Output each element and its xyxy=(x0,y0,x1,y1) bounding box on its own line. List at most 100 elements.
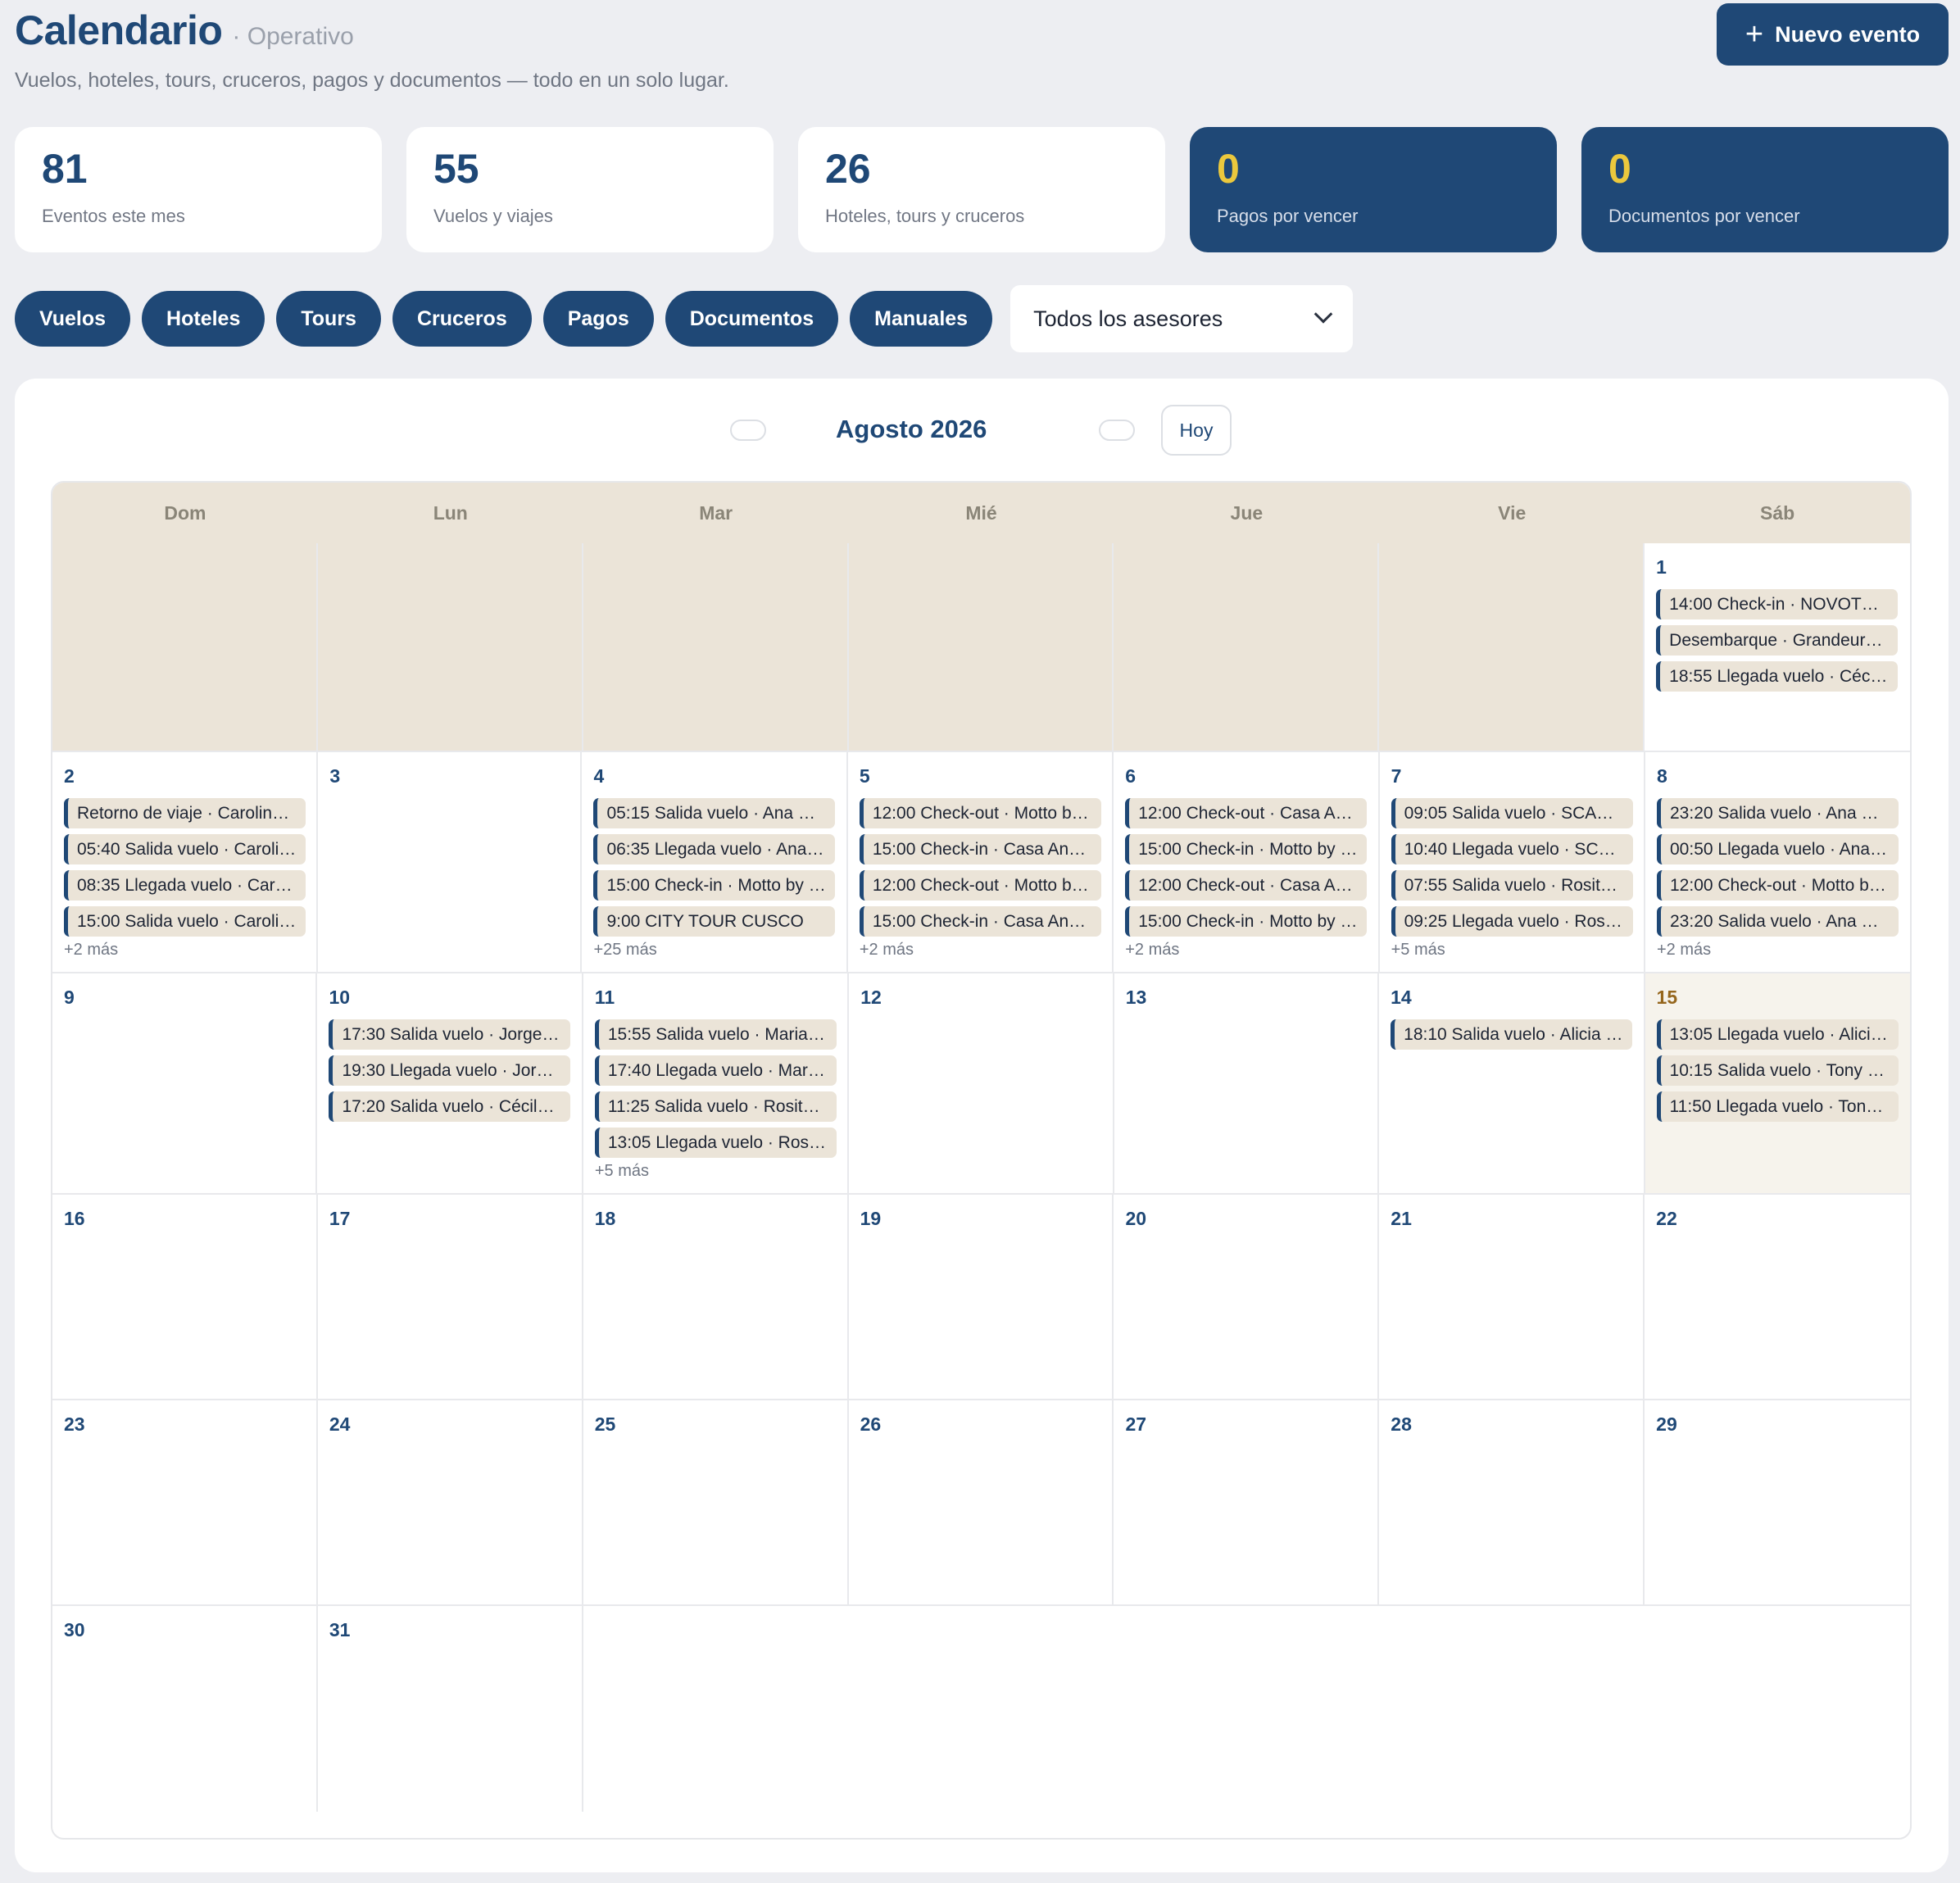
calendar-event[interactable]: 12:00 Check-out · Motto b… xyxy=(859,870,1101,901)
day-cell[interactable]: 28 xyxy=(1379,1400,1645,1604)
day-cell-today[interactable]: 15 13:05 Llegada vuelo · Alici… 10:15 Sali… xyxy=(1645,973,1910,1193)
calendar-event[interactable]: 12:00 Check-out · Motto b… xyxy=(859,798,1101,828)
calendar-event[interactable]: 17:40 Llegada vuelo · Mari… xyxy=(594,1055,837,1086)
calendar-event[interactable]: 18:55 Llegada vuelo · Céci… xyxy=(1656,661,1899,692)
day-cell[interactable]: 17 xyxy=(317,1195,583,1399)
day-cell[interactable]: 26 xyxy=(848,1400,1114,1604)
day-cell[interactable]: 14 18:10 Salida vuelo · Alicia S… xyxy=(1379,973,1645,1193)
day-cell[interactable]: 16 xyxy=(52,1195,318,1399)
calendar-event[interactable]: 17:30 Salida vuelo · Jorge … xyxy=(329,1019,571,1050)
calendar-event[interactable]: 12:00 Check-out · Casa A… xyxy=(1125,870,1368,901)
calendar-event[interactable]: 15:00 Check-in · Motto by … xyxy=(1125,834,1368,864)
calendar-event[interactable]: 10:40 Llegada vuelo · SCA… xyxy=(1391,834,1633,864)
calendar-event[interactable]: 05:15 Salida vuelo · Ana C… xyxy=(593,798,836,828)
calendar-event[interactable]: 15:00 Check-in · Motto by … xyxy=(1125,906,1368,937)
calendar-event[interactable]: 23:20 Salida vuelo · Ana C… xyxy=(1657,906,1899,937)
day-cell[interactable]: 11 15:55 Salida vuelo · Maria … 17:40 Lleg… xyxy=(583,973,850,1193)
day-cell[interactable]: 20 xyxy=(1114,1195,1380,1399)
calendar-event[interactable]: 19:30 Llegada vuelo · Jorg… xyxy=(329,1055,571,1086)
new-event-button[interactable]: + Nuevo evento xyxy=(1717,3,1949,66)
advisor-select[interactable]: Todos los asesores xyxy=(1010,285,1354,352)
calendar-event[interactable]: 12:00 Check-out · Casa A… xyxy=(1125,798,1368,828)
stats-row: 81 Eventos este mes 55 Vuelos y viajes 2… xyxy=(15,127,1949,252)
more-events-link[interactable]: +2 más xyxy=(64,941,305,960)
more-events-link[interactable]: +5 más xyxy=(595,1162,836,1181)
day-cell[interactable]: 12 xyxy=(849,973,1114,1193)
more-events-link[interactable]: +5 más xyxy=(1391,941,1632,960)
calendar-event[interactable]: 05:40 Salida vuelo · Caroli… xyxy=(64,834,306,864)
calendar-event[interactable]: 13:05 Llegada vuelo · Alici… xyxy=(1656,1019,1899,1050)
more-events-link[interactable]: +2 más xyxy=(860,941,1100,960)
calendar-event[interactable]: 15:00 Check-in · Motto by … xyxy=(593,870,836,901)
day-cell[interactable]: 3 xyxy=(318,752,583,972)
day-cell[interactable]: 5 12:00 Check-out · Motto b… 15:00 Check-i… xyxy=(847,752,1114,972)
prev-month-button[interactable] xyxy=(730,420,766,441)
day-cell[interactable]: 29 xyxy=(1645,1400,1910,1604)
day-cell-outside-month xyxy=(317,543,583,751)
filter-chip-manuales[interactable]: Manuales xyxy=(850,291,993,347)
calendar-event[interactable]: Retorno de viaje · Carolin… xyxy=(64,798,306,828)
day-cell[interactable]: 4 05:15 Salida vuelo · Ana C… 06:35 Llegad… xyxy=(582,752,848,972)
day-cell[interactable]: 13 xyxy=(1114,973,1380,1193)
filter-chip-pagos[interactable]: Pagos xyxy=(542,291,654,347)
day-cell[interactable]: 18 xyxy=(583,1195,849,1399)
calendar-event[interactable]: 09:25 Llegada vuelo · Rosi… xyxy=(1391,906,1633,937)
day-cell[interactable]: 7 09:05 Salida vuelo · SCAR… 10:40 Llegada… xyxy=(1379,752,1645,972)
filter-chip-hoteles[interactable]: Hoteles xyxy=(142,291,265,347)
day-cell[interactable]: 24 xyxy=(317,1400,583,1604)
calendar-event[interactable]: 09:05 Salida vuelo · SCAR… xyxy=(1391,798,1633,828)
calendar-event[interactable]: Desembarque · Grandeur… xyxy=(1656,625,1899,656)
calendar-event[interactable]: 07:55 Salida vuelo · Rosita… xyxy=(1391,870,1633,901)
day-cell[interactable]: 23 xyxy=(52,1400,318,1604)
day-cell[interactable]: 1 14:00 Check-in · NOVOTEL … Desembarque ·… xyxy=(1645,543,1910,751)
calendar-event[interactable]: 13:05 Llegada vuelo · Rosit… xyxy=(594,1128,837,1158)
filter-chip-vuelos[interactable]: Vuelos xyxy=(15,291,131,347)
page-title: Calendario xyxy=(15,7,223,53)
calendar-event[interactable]: 00:50 Llegada vuelo · Ana… xyxy=(1657,834,1899,864)
stat-card-documents: 0 Documentos por vencer xyxy=(1581,127,1949,252)
day-number: 10 xyxy=(329,987,351,1008)
day-cell[interactable]: 27 xyxy=(1114,1400,1380,1604)
day-cell[interactable]: 9 xyxy=(52,973,318,1193)
day-cell[interactable]: 10 17:30 Salida vuelo · Jorge … 19:30 Lleg… xyxy=(317,973,583,1193)
calendar-event[interactable]: 23:20 Salida vuelo · Ana C… xyxy=(1657,798,1899,828)
day-cell[interactable]: 8 23:20 Salida vuelo · Ana C… 00:50 Llegad… xyxy=(1645,752,1910,972)
plus-icon: + xyxy=(1744,17,1764,52)
more-events-link[interactable]: +2 más xyxy=(1125,941,1366,960)
day-cell[interactable]: 6 12:00 Check-out · Casa A… 15:00 Check-in… xyxy=(1114,752,1380,972)
calendar-event[interactable]: 10:15 Salida vuelo · Tony P… xyxy=(1656,1055,1899,1086)
day-cell[interactable]: 19 xyxy=(848,1195,1114,1399)
calendar-event[interactable]: 15:00 Check-in · Casa An… xyxy=(859,906,1101,937)
weekday-header: Dom Lun Mar Mié Jue Vie Sáb xyxy=(52,483,1910,543)
calendar-event[interactable]: 17:20 Salida vuelo · Cécile … xyxy=(329,1091,571,1122)
day-cell[interactable]: 22 xyxy=(1645,1195,1910,1399)
day-cell[interactable]: 25 xyxy=(583,1400,849,1604)
day-number: 18 xyxy=(594,1208,616,1229)
filter-chip-cruceros[interactable]: Cruceros xyxy=(392,291,532,347)
day-cell[interactable]: 21 xyxy=(1379,1195,1645,1399)
calendar-event[interactable]: 06:35 Llegada vuelo · Ana… xyxy=(593,834,836,864)
calendar-event[interactable]: 11:50 Llegada vuelo · Tony … xyxy=(1656,1091,1899,1122)
calendar-event[interactable]: 15:00 Check-in · Casa An… xyxy=(859,834,1101,864)
calendar-event[interactable]: 15:55 Salida vuelo · Maria … xyxy=(594,1019,837,1050)
filter-chip-tours[interactable]: Tours xyxy=(276,291,381,347)
stat-value: 0 xyxy=(1608,146,1631,192)
calendar-event[interactable]: 12:00 Check-out · Motto b… xyxy=(1657,870,1899,901)
filter-chip-documentos[interactable]: Documentos xyxy=(665,291,839,347)
stat-value: 0 xyxy=(1217,146,1240,192)
calendar-event[interactable]: 9:00 CITY TOUR CUSCO xyxy=(593,906,836,937)
calendar-event[interactable]: 18:10 Salida vuelo · Alicia S… xyxy=(1391,1019,1633,1050)
day-cell[interactable]: 2 Retorno de viaje · Carolin… 05:40 Salida… xyxy=(52,752,319,972)
calendar-event[interactable]: 08:35 Llegada vuelo · Car… xyxy=(64,870,306,901)
next-month-button[interactable] xyxy=(1099,420,1135,441)
today-button[interactable]: Hoy xyxy=(1161,405,1232,456)
month-grid: Dom Lun Mar Mié Jue Vie Sáb 1 14:00 Check… xyxy=(51,481,1912,1840)
more-events-link[interactable]: +2 más xyxy=(1657,941,1899,960)
more-events-link[interactable]: +25 más xyxy=(593,941,834,960)
page-section: · Operativo xyxy=(232,23,354,50)
calendar-event[interactable]: 15:00 Salida vuelo · Caroli… xyxy=(64,906,306,937)
day-cell[interactable]: 31 xyxy=(317,1606,583,1812)
calendar-event[interactable]: 11:25 Salida vuelo · Rosita … xyxy=(594,1091,837,1122)
calendar-event[interactable]: 14:00 Check-in · NOVOTEL … xyxy=(1656,589,1899,619)
day-cell[interactable]: 30 xyxy=(52,1606,318,1812)
